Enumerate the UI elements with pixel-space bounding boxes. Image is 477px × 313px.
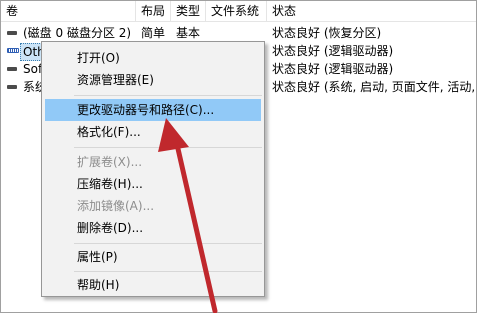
disk-management-volume-list: 卷 布局 类型 文件系统 状态 (磁盘 0 磁盘分区 2) 简单 基本 状态良好… bbox=[0, 0, 477, 313]
menu-item-help[interactable]: 帮助(H) bbox=[45, 274, 261, 296]
menu-item-delete-volume[interactable]: 删除卷(D)... bbox=[45, 217, 261, 239]
volume-icon bbox=[7, 85, 17, 89]
column-header-layout[interactable]: 布局 bbox=[136, 1, 171, 21]
menu-item-open[interactable]: 打开(O) bbox=[45, 47, 261, 69]
cell-filesystem bbox=[211, 24, 266, 42]
cell-volume: (磁盘 0 磁盘分区 2) bbox=[23, 26, 132, 40]
cell-status: 状态良好 (逻辑驱动器) bbox=[272, 62, 394, 76]
table-row[interactable]: (磁盘 0 磁盘分区 2) 简单 基本 状态良好 (恢复分区) bbox=[1, 24, 476, 42]
menu-separator bbox=[74, 271, 262, 272]
menu-item-change-drive-letter[interactable]: 更改驱动器号和路径(C)... bbox=[45, 99, 261, 121]
volume-icon bbox=[7, 31, 17, 35]
column-header-status[interactable]: 状态 bbox=[267, 1, 476, 21]
column-header-row: 卷 布局 类型 文件系统 状态 bbox=[1, 1, 476, 22]
menu-item-add-mirror: 添加镜像(A)... bbox=[77, 199, 155, 213]
column-header-type[interactable]: 类型 bbox=[171, 1, 206, 21]
cell-status: 状态良好 (逻辑驱动器) bbox=[272, 44, 394, 58]
menu-item-explorer[interactable]: 资源管理器(E) bbox=[45, 69, 261, 91]
volume-icon bbox=[7, 67, 17, 71]
menu-item-format[interactable]: 格式化(F)... bbox=[45, 121, 261, 143]
menu-item-extend-volume: 扩展卷(X)... bbox=[77, 155, 143, 169]
cell-type: 基本 bbox=[176, 26, 201, 40]
column-header-volume[interactable]: 卷 bbox=[1, 1, 136, 21]
menu-separator bbox=[74, 147, 262, 148]
cell-status: 状态良好 (系统, 启动, 页面文件, 活动, 故 bbox=[272, 80, 476, 94]
context-menu: 打开(O) 资源管理器(E) 更改驱动器号和路径(C)... 格式化(F)...… bbox=[41, 41, 265, 297]
menu-separator bbox=[74, 243, 262, 244]
volume-hatched-icon bbox=[7, 48, 19, 53]
menu-item-shrink-volume[interactable]: 压缩卷(H)... bbox=[45, 173, 261, 195]
menu-separator bbox=[74, 95, 262, 96]
column-header-filesystem[interactable]: 文件系统 bbox=[206, 1, 267, 21]
menu-item-properties[interactable]: 属性(P) bbox=[45, 246, 261, 268]
cell-status: 状态良好 (恢复分区) bbox=[272, 26, 382, 40]
cell-layout: 简单 bbox=[141, 26, 166, 40]
